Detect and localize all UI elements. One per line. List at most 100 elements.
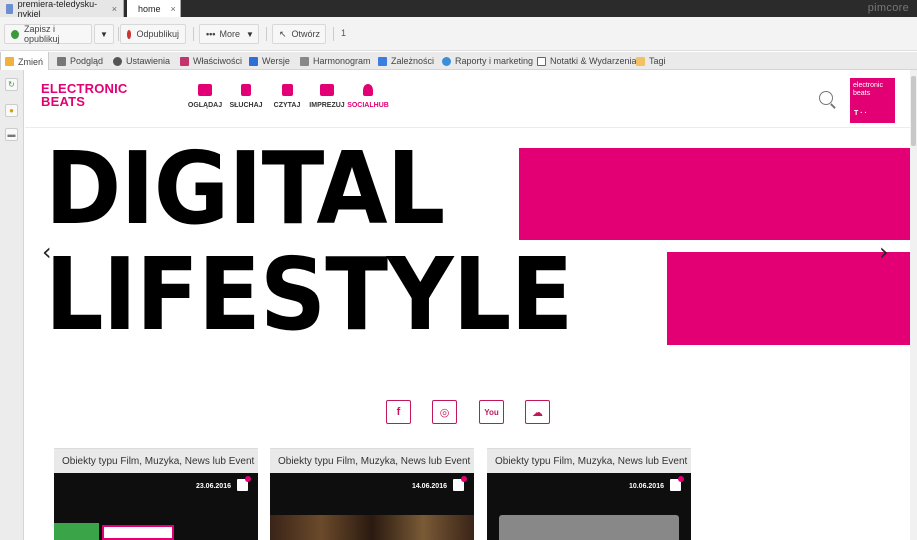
tab-label: Notatki & Wydarzenia [550, 56, 637, 66]
card-image: 10.06.2016 [487, 473, 691, 540]
open-button[interactable]: ↖ Otwórz [272, 24, 326, 44]
document-icon [281, 84, 293, 96]
document-icon [6, 3, 13, 14]
tab-tags[interactable]: Tagi [632, 52, 670, 70]
content-card[interactable]: Obiekty typu Film, Muzyka, News lub Even… [270, 448, 474, 540]
site-header: ELECTRONIC BEATS OGLĄDAJ SŁUCHAJ CZYTAJ … [25, 70, 910, 128]
unpublish-label: Odpublikuj [136, 29, 179, 39]
toolbar-divider [266, 27, 267, 41]
tab-settings[interactable]: Ustawienia [109, 52, 174, 70]
close-icon[interactable]: × [171, 4, 176, 14]
chevron-down-icon: ▼ [245, 29, 254, 39]
camera-icon [198, 84, 212, 96]
tab-preview[interactable]: Podgląd [53, 52, 107, 70]
tab-label: Zależności [391, 56, 435, 66]
more-label: More [219, 29, 240, 39]
trash-icon[interactable]: ▬ [5, 128, 18, 141]
document-tab-bar: premiera-teledysku-nykiel × home × pimco… [0, 0, 917, 19]
save-publish-label: Zapisz i opublikuj [23, 24, 60, 44]
toolbar-divider [193, 27, 194, 41]
site-logo[interactable]: ELECTRONIC BEATS [41, 82, 151, 108]
tab-label: Raporty i marketing [455, 56, 534, 66]
carousel-next-icon[interactable]: › [879, 238, 889, 266]
close-icon[interactable]: × [112, 4, 117, 14]
search-icon[interactable] [819, 91, 833, 105]
save-publish-button[interactable]: Zapisz i opublikuj [4, 24, 92, 44]
facebook-icon[interactable]: f [386, 400, 411, 424]
hero-pink-bar-bottom [667, 252, 910, 345]
toolbar-divider [118, 27, 119, 41]
badge-line: beats [853, 90, 871, 97]
instagram-icon[interactable]: ◎ [432, 400, 457, 424]
tab-label: Wersje [262, 56, 290, 66]
tab-notes[interactable]: Notatki & Wydarzenia [533, 52, 640, 70]
hero-pink-bar-top [519, 148, 910, 240]
dependencies-icon [378, 56, 387, 66]
hero-title-line2: LIFESTYLE [45, 236, 573, 353]
card-title: Obiekty typu Film, Muzyka, News lub Even… [270, 448, 474, 473]
vertical-scrollbar[interactable] [910, 70, 917, 540]
content-card[interactable]: Obiekty typu Film, Muzyka, News lub Even… [487, 448, 691, 540]
cursor-icon: ↖ [279, 28, 287, 39]
refresh-icon[interactable]: ↻ [5, 78, 18, 91]
card-date: 23.06.2016 [195, 483, 231, 490]
doc-tab-label: home [138, 3, 161, 14]
pimcore-logo: pimcore [867, 2, 909, 14]
nav-socialhub[interactable]: SOCIALHUB [343, 84, 393, 109]
reports-icon [442, 56, 451, 66]
doc-tab-premiera[interactable]: premiera-teledysku-nykiel × [0, 0, 124, 19]
nav-label: SOCIALHUB [347, 102, 389, 109]
page-preview: ELECTRONIC BEATS OGLĄDAJ SŁUCHAJ CZYTAJ … [25, 70, 910, 540]
doc-tab-home[interactable]: home × [127, 0, 181, 17]
carousel-prev-icon[interactable]: ‹ [42, 238, 52, 266]
tab-label: Ustawienia [126, 56, 171, 66]
card-title: Obiekty typu Film, Muzyka, News lub Even… [54, 448, 258, 473]
unpublish-button[interactable]: Odpublikuj [120, 24, 186, 44]
tab-dependencies[interactable]: Zależności [374, 52, 438, 70]
music-note-icon [241, 84, 251, 96]
editor-sidebar: ↻ ● ▬ [0, 70, 24, 540]
article-icon [453, 476, 467, 491]
more-dots-icon: ••• [206, 29, 216, 39]
notes-icon [537, 56, 546, 66]
user-icon [363, 84, 373, 96]
card-thumbnail-frame [102, 525, 174, 540]
youtube-icon[interactable]: You [479, 400, 504, 424]
calendar-icon [320, 84, 334, 96]
card-image: 23.06.2016 [54, 473, 258, 540]
card-thumbnail-scene [270, 515, 474, 540]
badge-line: electronic [853, 82, 883, 89]
preview-icon [57, 56, 66, 66]
card-thumbnail-laptop [499, 515, 679, 540]
toolbar-count: 1 [341, 28, 347, 38]
tab-versions[interactable]: Wersje [245, 52, 294, 70]
chevron-down-icon: ▼ [100, 29, 108, 39]
card-title: Obiekty typu Film, Muzyka, News lub Even… [487, 448, 691, 473]
article-icon [670, 476, 684, 491]
check-icon [11, 29, 19, 39]
versions-icon [249, 56, 258, 66]
tab-edit[interactable]: Zmień [0, 52, 49, 71]
tab-label: Harmonogram [313, 56, 371, 66]
card-date: 14.06.2016 [411, 483, 447, 490]
content-card[interactable]: Obiekty typu Film, Muzyka, News lub Even… [54, 448, 258, 540]
tab-schedule[interactable]: Harmonogram [296, 52, 375, 70]
schedule-icon [300, 56, 309, 66]
tab-reports[interactable]: Raporty i marketing [438, 52, 537, 70]
card-thumbnail-accent [54, 523, 99, 540]
editor-tabs: Zmień Podgląd Ustawienia Właściwości Wer… [0, 52, 917, 71]
toolbar-divider [333, 27, 334, 41]
tab-properties[interactable]: Właściwości [176, 52, 246, 70]
card-date: 10.06.2016 [628, 483, 664, 490]
tab-label: Właściwości [193, 56, 243, 66]
electronic-beats-badge[interactable]: electronic beats T · · [850, 78, 895, 123]
soundcloud-icon[interactable]: ☁ [525, 400, 550, 424]
lightbulb-icon[interactable]: ● [5, 104, 18, 117]
gear-icon [113, 56, 122, 66]
more-button[interactable]: ••• More ▼ [199, 24, 259, 44]
save-dropdown-button[interactable]: ▼ [94, 24, 114, 44]
tab-label: Zmień [18, 56, 44, 67]
scrollbar-thumb[interactable] [911, 76, 916, 146]
properties-icon [180, 56, 189, 66]
article-icon [237, 476, 251, 491]
